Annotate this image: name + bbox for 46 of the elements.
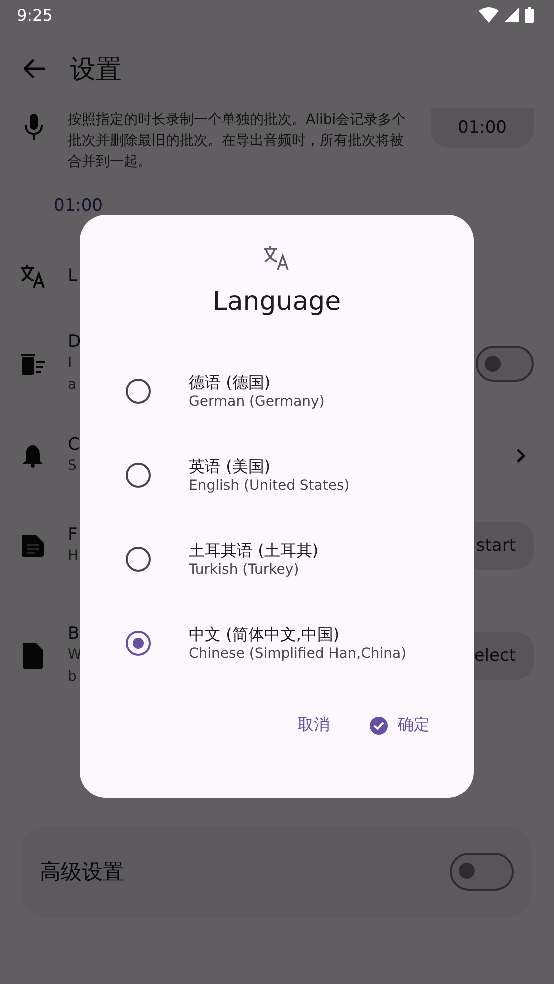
advanced-settings-label: 高级设置 [40, 859, 124, 886]
status-time: 9:25 [17, 6, 53, 24]
battery-icon [525, 7, 534, 23]
dialog-title: Language [212, 287, 342, 317]
page-title: 设置 [70, 54, 122, 86]
duration-button[interactable]: 01:00 [431, 108, 534, 148]
setting-title: C [68, 435, 80, 455]
setting-title: D [68, 332, 82, 352]
radio-button[interactable] [126, 462, 151, 488]
translate-icon [263, 245, 291, 271]
confirm-button[interactable]: 确定 [370, 707, 430, 744]
setting-subtitle: S [68, 457, 77, 476]
batch-description: 按照指定的时长录制一个单独的批次。Alibi会记录多个批次并删除最旧的批次。在导出音频时，所有批次将被合并到一起。 [68, 111, 408, 172]
delete-list-icon [21, 352, 45, 374]
radio-button[interactable] [126, 630, 151, 656]
language-english-name: Chinese (Simplified Han,China) [189, 646, 407, 662]
setting-subtitle: H [68, 547, 79, 566]
translate-icon [20, 263, 46, 289]
radio-button[interactable] [126, 378, 151, 404]
document-icon [22, 535, 44, 557]
back-arrow-icon[interactable] [24, 59, 46, 79]
confirm-label: 确定 [398, 715, 430, 736]
language-name: 土耳其语 (土耳其) [189, 540, 319, 562]
signal-icon [505, 8, 519, 22]
check-circle-icon [370, 716, 388, 734]
toggle-switch[interactable] [450, 853, 514, 891]
setting-subtitle: a [68, 376, 77, 394]
microphone-icon [24, 114, 44, 140]
language-name: 中文 (简体中文,中国) [189, 624, 341, 646]
language-name: 德语 (德国) [189, 372, 272, 394]
setting-subtitle: b [68, 668, 77, 687]
chevron-right-icon[interactable] [516, 448, 526, 464]
setting-title: L [68, 266, 78, 286]
language-english-name: German (Germany) [189, 394, 325, 410]
setting-title: B [68, 624, 80, 644]
language-name: 英语 (美国) [189, 456, 272, 478]
cancel-button[interactable]: 取消 [298, 707, 330, 744]
wifi-icon [479, 7, 499, 23]
file-icon [23, 643, 43, 669]
language-english-name: English (United States) [189, 478, 350, 494]
setting-title: F [68, 525, 78, 545]
radio-button[interactable] [126, 546, 151, 572]
language-english-name: Turkish (Turkey) [189, 562, 300, 578]
setting-subtitle: I [68, 354, 72, 372]
toggle-switch[interactable] [476, 346, 534, 382]
bell-icon [23, 444, 43, 468]
